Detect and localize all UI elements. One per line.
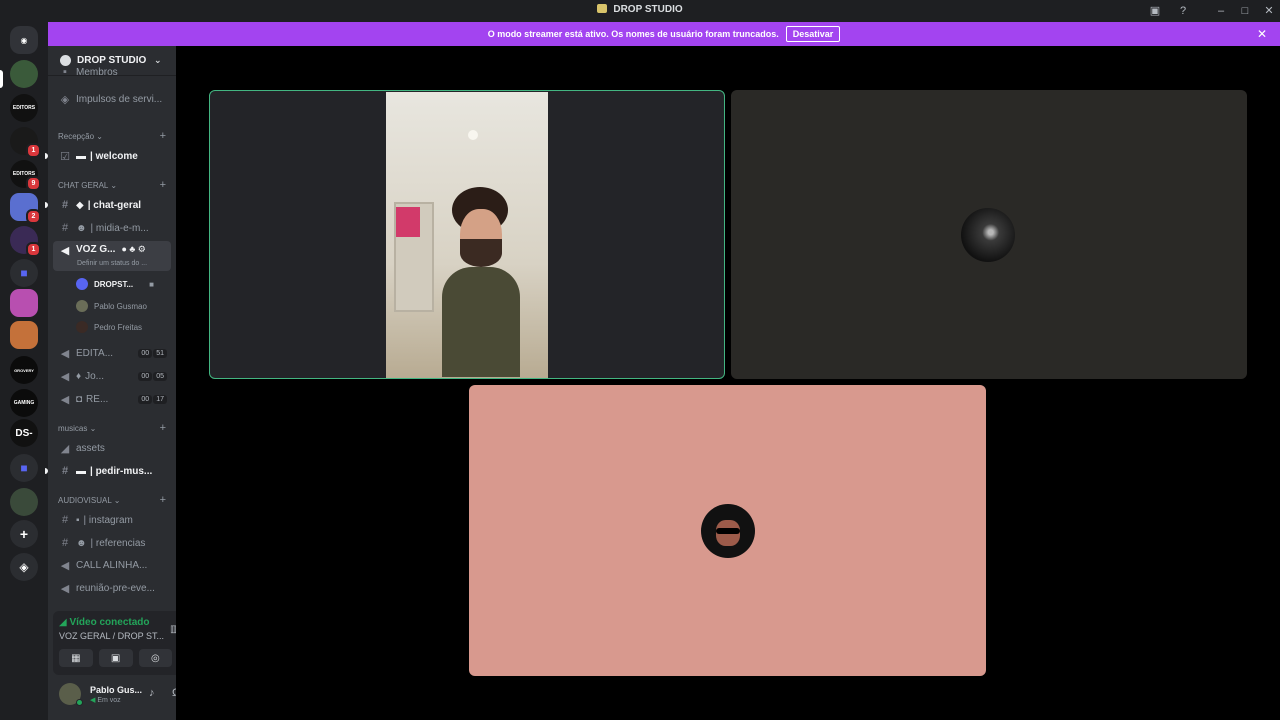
server-logo-icon	[597, 4, 608, 13]
video-stage	[176, 46, 1280, 720]
screen-share-icon[interactable]: ▣	[98, 649, 133, 667]
guild-7[interactable]	[10, 289, 38, 317]
signal-icon: ◢	[59, 617, 70, 628]
hash-icon: #	[61, 222, 69, 234]
voice-user-2[interactable]: Pablo Gusmao	[76, 297, 147, 315]
disable-streamer-button[interactable]: Desativar	[785, 26, 841, 42]
hash-icon: #	[61, 514, 69, 526]
speaker-icon: ◀	[60, 582, 70, 595]
maximize-icon[interactable]: □	[1237, 3, 1253, 19]
voice-status: ◢ Vídeo conectado	[59, 617, 150, 628]
avatar	[961, 208, 1015, 262]
channel-welcome[interactable]: ☑ ▬ | welcome	[53, 146, 171, 166]
boosts-row[interactable]: ◈ Impulsos de servi...	[53, 89, 171, 109]
streamer-mode-banner: O modo streamer está ativo. Os nomes de …	[48, 22, 1280, 46]
channel-editais[interactable]: ◀ EDITA... 00 51	[53, 343, 171, 363]
guild-11[interactable]: DS-	[10, 419, 38, 447]
channel-chat-geral[interactable]: # ◆ | chat-geral	[53, 195, 171, 215]
channel-pedir-mus[interactable]: # ▬ | pedir-mus...	[53, 461, 171, 481]
video-tile-3[interactable]	[469, 385, 986, 676]
close-banner-icon[interactable]: ✕	[1257, 27, 1267, 41]
boost-icon: ◈	[60, 93, 70, 106]
discord-home-icon[interactable]: ◉	[10, 26, 38, 54]
channel-re[interactable]: ◀ ◘ RE... 00 17	[53, 389, 171, 409]
speaker-icon: ◀	[60, 347, 70, 360]
channel-sidebar: DROP STUDIO ⌄ ▪ Membros ◈ Impulsos de serv…	[45, 46, 218, 720]
video-tile-2[interactable]	[731, 90, 1247, 379]
guild-8[interactable]	[10, 321, 38, 349]
add-channel-icon: +	[159, 179, 166, 191]
add-channel-icon: +	[159, 130, 166, 142]
voice-status-text[interactable]: Definir um status do ...	[77, 260, 147, 267]
guild-2[interactable]: EDITORS	[10, 94, 38, 122]
window-title: DROP STUDIO	[0, 4, 1280, 15]
camera-toggle-icon[interactable]: ▦	[59, 649, 93, 667]
active-server-pill	[0, 70, 3, 88]
explore-icon[interactable]: ◈	[10, 553, 38, 581]
video-tile-speaking[interactable]	[209, 90, 725, 379]
guild-6[interactable]: 1	[10, 226, 41, 257]
activities-icon[interactable]: ◎	[138, 649, 173, 667]
speaker-icon: ◀	[60, 393, 70, 406]
members-icon: ▪	[63, 66, 67, 78]
channel-assets[interactable]: ◢ assets	[53, 438, 171, 458]
voice-user-3[interactable]: Pedro Freitas	[76, 318, 142, 336]
camera-icon: ■	[149, 279, 154, 289]
channel-call-alinha[interactable]: ◀ CALL ALINHA...	[53, 555, 171, 575]
channel-instagram[interactable]: # ▪ | instagram	[53, 510, 171, 530]
inbox-icon[interactable]: ▣	[1147, 3, 1163, 19]
channel-jogos[interactable]: ◀ ♦ Jo... 00 05	[53, 366, 171, 386]
hash-icon: #	[61, 465, 69, 477]
voice-channel-link[interactable]: VOZ GERAL / DROP ST...	[59, 631, 164, 641]
guild-1[interactable]	[10, 60, 38, 88]
speaker-icon: ◀	[60, 245, 70, 257]
members-row[interactable]: ▪ Membros	[53, 66, 171, 78]
server-icon	[60, 55, 71, 66]
announcement-icon: ◢	[60, 442, 70, 455]
category-audiovisual[interactable]: AUDIOVISUAL ⌄ +	[58, 494, 166, 506]
microphone-icon[interactable]: ♪	[149, 687, 155, 699]
guild-4[interactable]: EDITORS 9	[10, 160, 41, 191]
rules-icon: ☑	[60, 150, 70, 163]
add-server-icon[interactable]: +	[10, 520, 38, 548]
channel-reuniao[interactable]: ◀ reunião-pre-eve...	[53, 578, 171, 598]
folder-icon[interactable]: ■	[10, 259, 38, 287]
category-recepcao[interactable]: Recepção ⌄ +	[58, 130, 166, 142]
guild-9[interactable]: GROVERY	[10, 356, 38, 384]
channel-referencias[interactable]: # ☻ | referencias	[53, 533, 171, 553]
banner-message: O modo streamer está ativo. Os nomes de …	[487, 29, 779, 39]
user-name[interactable]: Pablo Gus...	[90, 685, 142, 695]
add-channel-icon: +	[159, 494, 166, 506]
user-status: ◀ Em voz	[90, 697, 121, 704]
guild-12[interactable]	[10, 488, 38, 516]
channel-midia[interactable]: # ☻ | midia-e-m...	[53, 218, 171, 238]
title-bar: DROP STUDIO ▣ ? – □ ✕	[0, 0, 1280, 22]
close-window-icon[interactable]: ✕	[1261, 3, 1277, 19]
guild-5[interactable]: 2	[10, 193, 41, 224]
category-musicas[interactable]: musicas ⌄ +	[58, 422, 166, 434]
online-status-icon	[76, 699, 83, 706]
guild-10[interactable]: GAMING	[10, 389, 38, 417]
hash-icon: #	[61, 537, 69, 549]
help-icon[interactable]: ?	[1175, 3, 1191, 19]
speaker-icon: ◀	[60, 559, 70, 572]
server-list: ◉ EDITORS 1 EDITORS 9 2 1 ■ GROVERY GAMIN…	[0, 22, 48, 720]
avatar	[701, 504, 755, 558]
voice-actions-icons: ● ♣ ⚙	[121, 244, 146, 254]
chevron-down-icon: ⌄	[154, 55, 162, 65]
camera-feed	[386, 92, 548, 378]
voice-user-1[interactable]: DROPST... ■	[76, 275, 154, 293]
guild-3[interactable]: 1	[10, 127, 41, 158]
folder-icon-2[interactable]: ■	[10, 454, 38, 482]
add-channel-icon: +	[159, 422, 166, 434]
category-chat-geral[interactable]: CHAT GERAL ⌄ +	[58, 179, 166, 191]
hash-icon: #	[61, 199, 69, 211]
speaker-icon: ◀	[60, 370, 70, 383]
minimize-icon[interactable]: –	[1213, 3, 1229, 19]
